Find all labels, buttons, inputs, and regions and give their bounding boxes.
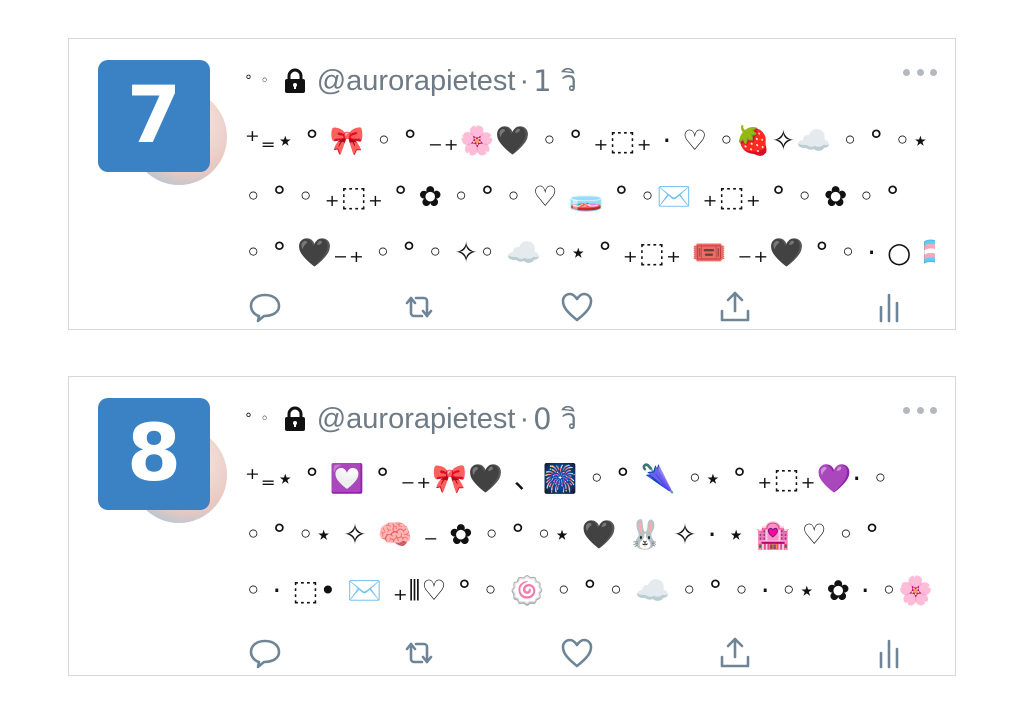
tweet-card[interactable]: 7 ° ◦ @aurorapietest · 1 วิ ⁺₌⋆ ° 🎀 ◦ ° … — [68, 38, 956, 330]
stats-icon[interactable] — [873, 289, 909, 325]
rank-badge: 7 — [98, 60, 210, 172]
tweet-text-line: ⁺₌⋆ ° 💟 ° ₋₊🎀🖤 、🎆 ◦ ° 🌂 ◦⋆ ° ₊⬚₊💜· ◦ — [245, 462, 890, 495]
share-icon[interactable] — [717, 289, 753, 325]
header-decoration: ° ◦ — [245, 73, 271, 89]
reply-icon[interactable] — [247, 635, 283, 671]
retweet-icon[interactable] — [401, 289, 437, 325]
rank-badge: 8 — [98, 398, 210, 510]
timestamp[interactable]: 0 วิ — [533, 396, 577, 442]
separator-dot: · — [519, 64, 530, 97]
header-decoration: ° ◦ — [245, 411, 271, 427]
lock-icon — [281, 405, 309, 433]
tweet-text-line: ◦ ° 🖤₋₊ ◦ ° ◦ ✧◦ ☁️ ◦⋆ ° ₊⬚₊ 🎟️ ₋₊🖤 ° ◦ … — [245, 236, 935, 269]
tweet-text-line: ◦ · ⬚• ✉️ ₊⫴♡ ° ◦ 🍥 ◦ ° ◦ ☁️ ◦ ° ◦ · ◦⋆ … — [245, 574, 935, 607]
reply-icon[interactable] — [247, 289, 283, 325]
tweet-text: ⁺₌⋆ ° 💟 ° ₋₊🎀🖤 、🎆 ◦ ° 🌂 ◦⋆ ° ₊⬚₊💜· ◦ ◦ °… — [245, 451, 935, 619]
more-icon[interactable] — [903, 407, 937, 417]
tweet-header: ° ◦ @aurorapietest · 0 วิ — [245, 399, 577, 439]
timestamp[interactable]: 1 วิ — [533, 58, 577, 104]
heart-icon[interactable] — [559, 289, 595, 325]
tweet-card[interactable]: 8 ° ◦ @aurorapietest · 0 วิ ⁺₌⋆ ° 💟 ° ₋₊… — [68, 376, 956, 676]
tweet-header: ° ◦ @aurorapietest · 1 วิ — [245, 61, 577, 101]
action-bar — [245, 631, 905, 675]
separator-dot: · — [519, 402, 530, 435]
screenshot-stage: 7 ° ◦ @aurorapietest · 1 วิ ⁺₌⋆ ° 🎀 ◦ ° … — [0, 0, 1024, 725]
heart-icon[interactable] — [559, 635, 595, 671]
tweet-text-line: ◦ ° ◦⋆ ✧ 🧠 ₋ ✿ ◦ ° ◦⋆ 🖤 🐰 ✧ · ⋆ 🏩 ♡ ◦ ° — [245, 518, 880, 551]
action-bar — [245, 285, 905, 329]
more-icon[interactable] — [903, 69, 937, 79]
lock-icon — [281, 67, 309, 95]
user-handle[interactable]: @aurorapietest — [317, 403, 516, 436]
tweet-text-line: ◦ ° ◦ ₊⬚₊ ° ✿ ◦ ° ◦ ♡ 🧫 ° ◦✉️ ₊⬚₊ ° ◦ ✿ … — [245, 180, 901, 213]
user-handle[interactable]: @aurorapietest — [317, 65, 516, 98]
retweet-icon[interactable] — [401, 635, 437, 671]
tweet-text: ⁺₌⋆ ° 🎀 ◦ ° ₋₊🌸🖤 ◦ ° ₊⬚₊ · ♡ ◦🍓✧☁️ ◦ ° ◦… — [245, 113, 935, 281]
share-icon[interactable] — [717, 635, 753, 671]
tweet-text-line: ⁺₌⋆ ° 🎀 ◦ ° ₋₊🌸🖤 ◦ ° ₊⬚₊ · ♡ ◦🍓✧☁️ ◦ ° ◦… — [245, 124, 931, 157]
stats-icon[interactable] — [873, 635, 909, 671]
